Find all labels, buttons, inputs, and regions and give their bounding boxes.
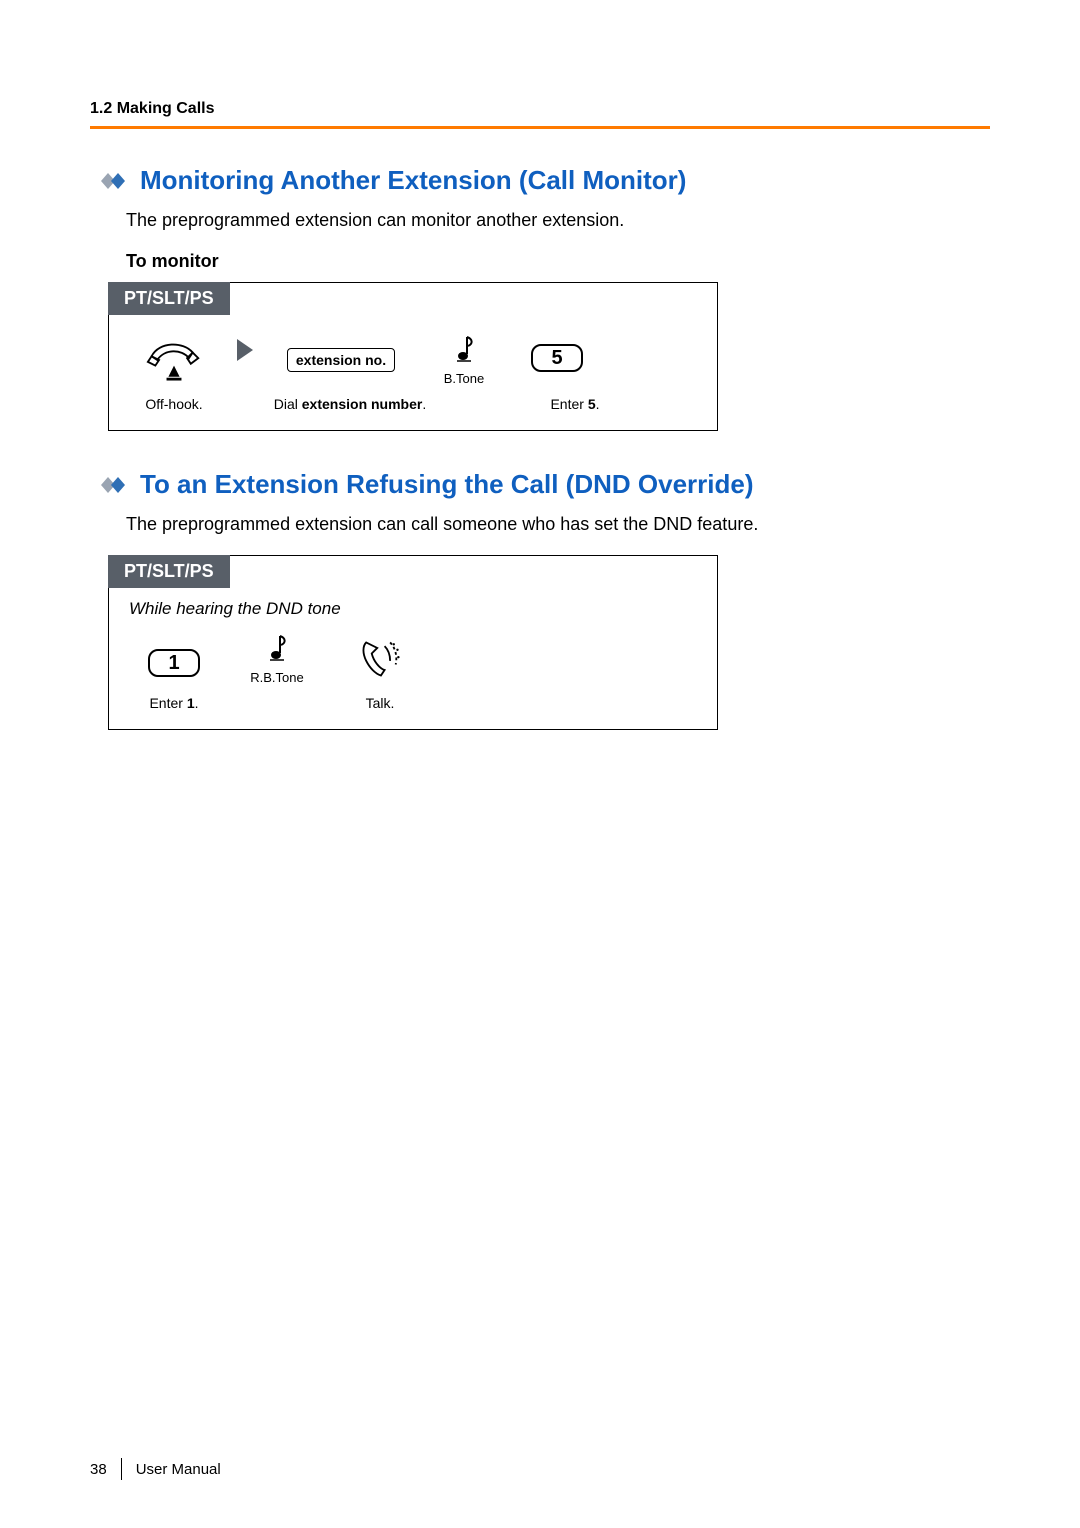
btone-label: B.Tone	[444, 371, 484, 386]
step-btone: B.Tone	[429, 334, 499, 386]
arrow-icon	[237, 339, 253, 361]
caption-offhook: Off-hook.	[129, 396, 219, 412]
extension-number-box: extension no.	[287, 348, 395, 372]
caption-dial: Dial extension number.	[271, 396, 429, 412]
step-offhook	[129, 337, 219, 386]
caption-enter5-bold: 5	[588, 396, 596, 412]
caption-enter1-pre: Enter	[149, 695, 186, 711]
caption-dial-bold: extension number	[302, 396, 423, 412]
procedure2-steps: 1 R.B.Tone	[109, 623, 717, 695]
caption-enter5-pre: Enter	[550, 396, 587, 412]
caption-enter1-bold: 1	[187, 695, 195, 711]
caption-enter5-post: .	[596, 396, 600, 412]
caption-enter1: Enter 1.	[129, 695, 219, 711]
section-title-2: To an Extension Refusing the Call (DND O…	[100, 469, 990, 500]
procedure-tab-1: PT/SLT/PS	[108, 282, 230, 315]
footer-separator	[121, 1458, 122, 1480]
step-key1: 1	[129, 649, 219, 677]
procedure-box-1: PT/SLT/PS extension no.	[108, 282, 718, 431]
procedure2-note: While hearing the DND tone	[129, 599, 717, 619]
caption-talk: Talk.	[335, 695, 425, 711]
handset-offhook-icon	[146, 337, 202, 386]
step-key5: 5	[517, 344, 597, 372]
page-number: 38	[90, 1461, 107, 1478]
diamond-bullet-icon	[100, 476, 130, 494]
procedure2-captions: Enter 1. Talk.	[109, 695, 717, 711]
section-title-1: Monitoring Another Extension (Call Monit…	[100, 165, 990, 196]
section-heading-1: Monitoring Another Extension (Call Monit…	[140, 165, 686, 196]
handset-talk-icon	[357, 636, 403, 685]
step-rbtone: R.B.Tone	[237, 633, 317, 685]
procedure1-steps: extension no. B.Tone 5	[109, 316, 717, 396]
caption-enter1-post: .	[195, 695, 199, 711]
running-head: 1.2 Making Calls	[90, 100, 990, 118]
dial-key-1: 1	[148, 649, 199, 677]
procedure1-captions: Off-hook. Dial extension number. Enter 5…	[109, 396, 717, 412]
section1-intro: The preprogrammed extension can monitor …	[126, 210, 990, 231]
caption-dial-post: .	[422, 396, 426, 412]
caption-enter5: Enter 5.	[535, 396, 615, 412]
section1-subheading: To monitor	[126, 251, 990, 272]
music-note-icon	[453, 334, 475, 367]
procedure-tab-2: PT/SLT/PS	[108, 555, 230, 588]
procedure-box-2: PT/SLT/PS While hearing the DND tone 1 R…	[108, 555, 718, 730]
diamond-bullet-icon	[100, 172, 130, 190]
page-footer: 38 User Manual	[90, 1458, 221, 1480]
section2-intro: The preprogrammed extension can call som…	[126, 514, 990, 535]
dial-key-5: 5	[531, 344, 582, 372]
step-talk	[335, 636, 425, 685]
section-heading-2: To an Extension Refusing the Call (DND O…	[140, 469, 754, 500]
footer-doc-title: User Manual	[136, 1461, 221, 1478]
rbtone-label: R.B.Tone	[250, 670, 303, 685]
caption-dial-pre: Dial	[274, 396, 302, 412]
music-note-icon	[266, 633, 288, 666]
header-rule	[90, 126, 990, 129]
step-dial-ext: extension no.	[271, 348, 411, 372]
